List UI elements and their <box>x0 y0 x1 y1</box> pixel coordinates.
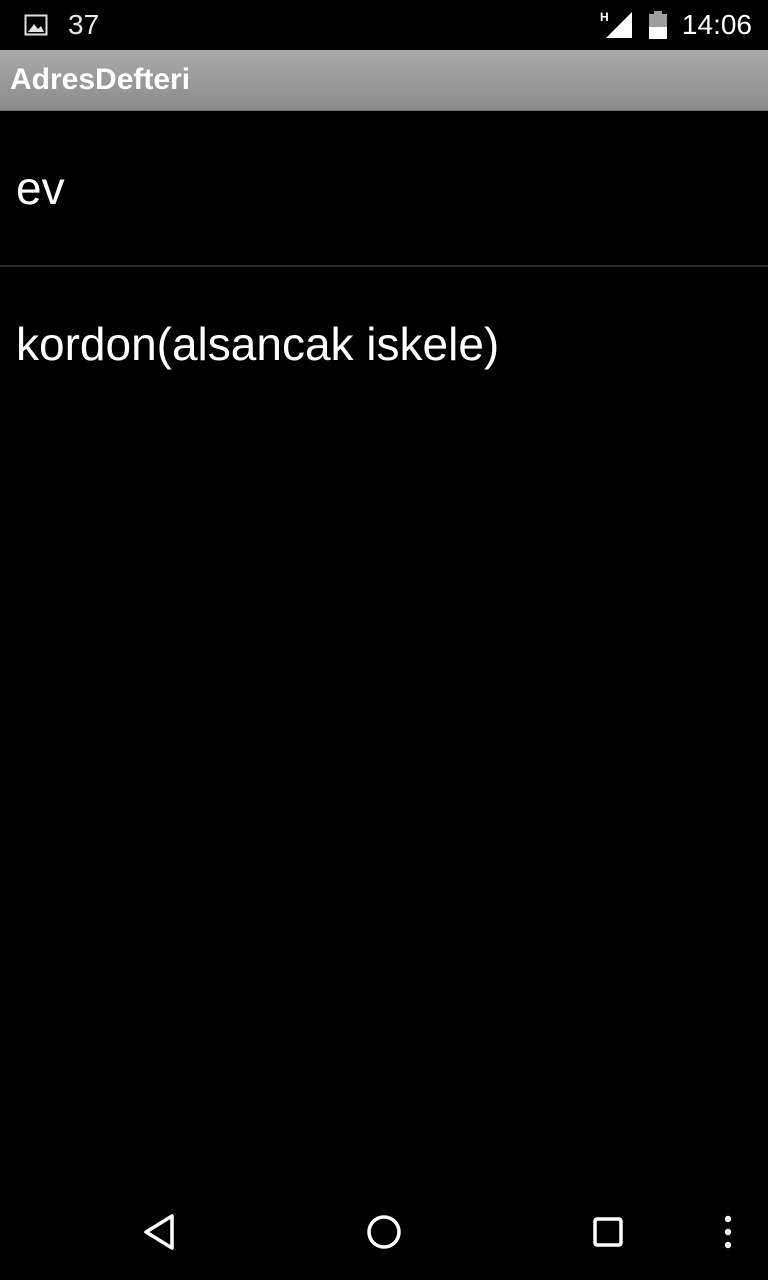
back-button[interactable] <box>136 1208 184 1256</box>
navigation-bar <box>0 1184 768 1280</box>
status-bar: 37 H 14:06 <box>0 0 768 50</box>
recents-icon <box>593 1217 623 1247</box>
battery-icon <box>648 10 668 40</box>
home-icon <box>367 1215 401 1249</box>
back-icon <box>144 1214 174 1250</box>
address-list: ev kordon(alsancak iskele) <box>0 111 768 421</box>
gallery-icon <box>24 13 48 37</box>
list-item[interactable]: kordon(alsancak iskele) <box>0 267 768 421</box>
notification-count: 37 <box>68 9 100 40</box>
app-title: AdresDefteri <box>10 63 191 96</box>
list-item-label: ev <box>16 162 65 214</box>
list-item[interactable]: ev <box>0 111 768 265</box>
status-time: 14:06 <box>681 9 752 40</box>
signal-h-icon: H <box>600 10 634 40</box>
overflow-menu-icon <box>724 1215 732 1249</box>
status-notifications: 37 <box>24 10 99 40</box>
action-bar: AdresDefteri <box>0 50 768 111</box>
list-item-label: kordon(alsancak iskele) <box>16 318 500 370</box>
status-system-icons: H 14:06 <box>600 8 752 42</box>
recents-button[interactable] <box>584 1208 632 1256</box>
home-button[interactable] <box>360 1208 408 1256</box>
network-type-label: H <box>600 10 609 24</box>
overflow-menu-button[interactable] <box>716 1208 740 1256</box>
